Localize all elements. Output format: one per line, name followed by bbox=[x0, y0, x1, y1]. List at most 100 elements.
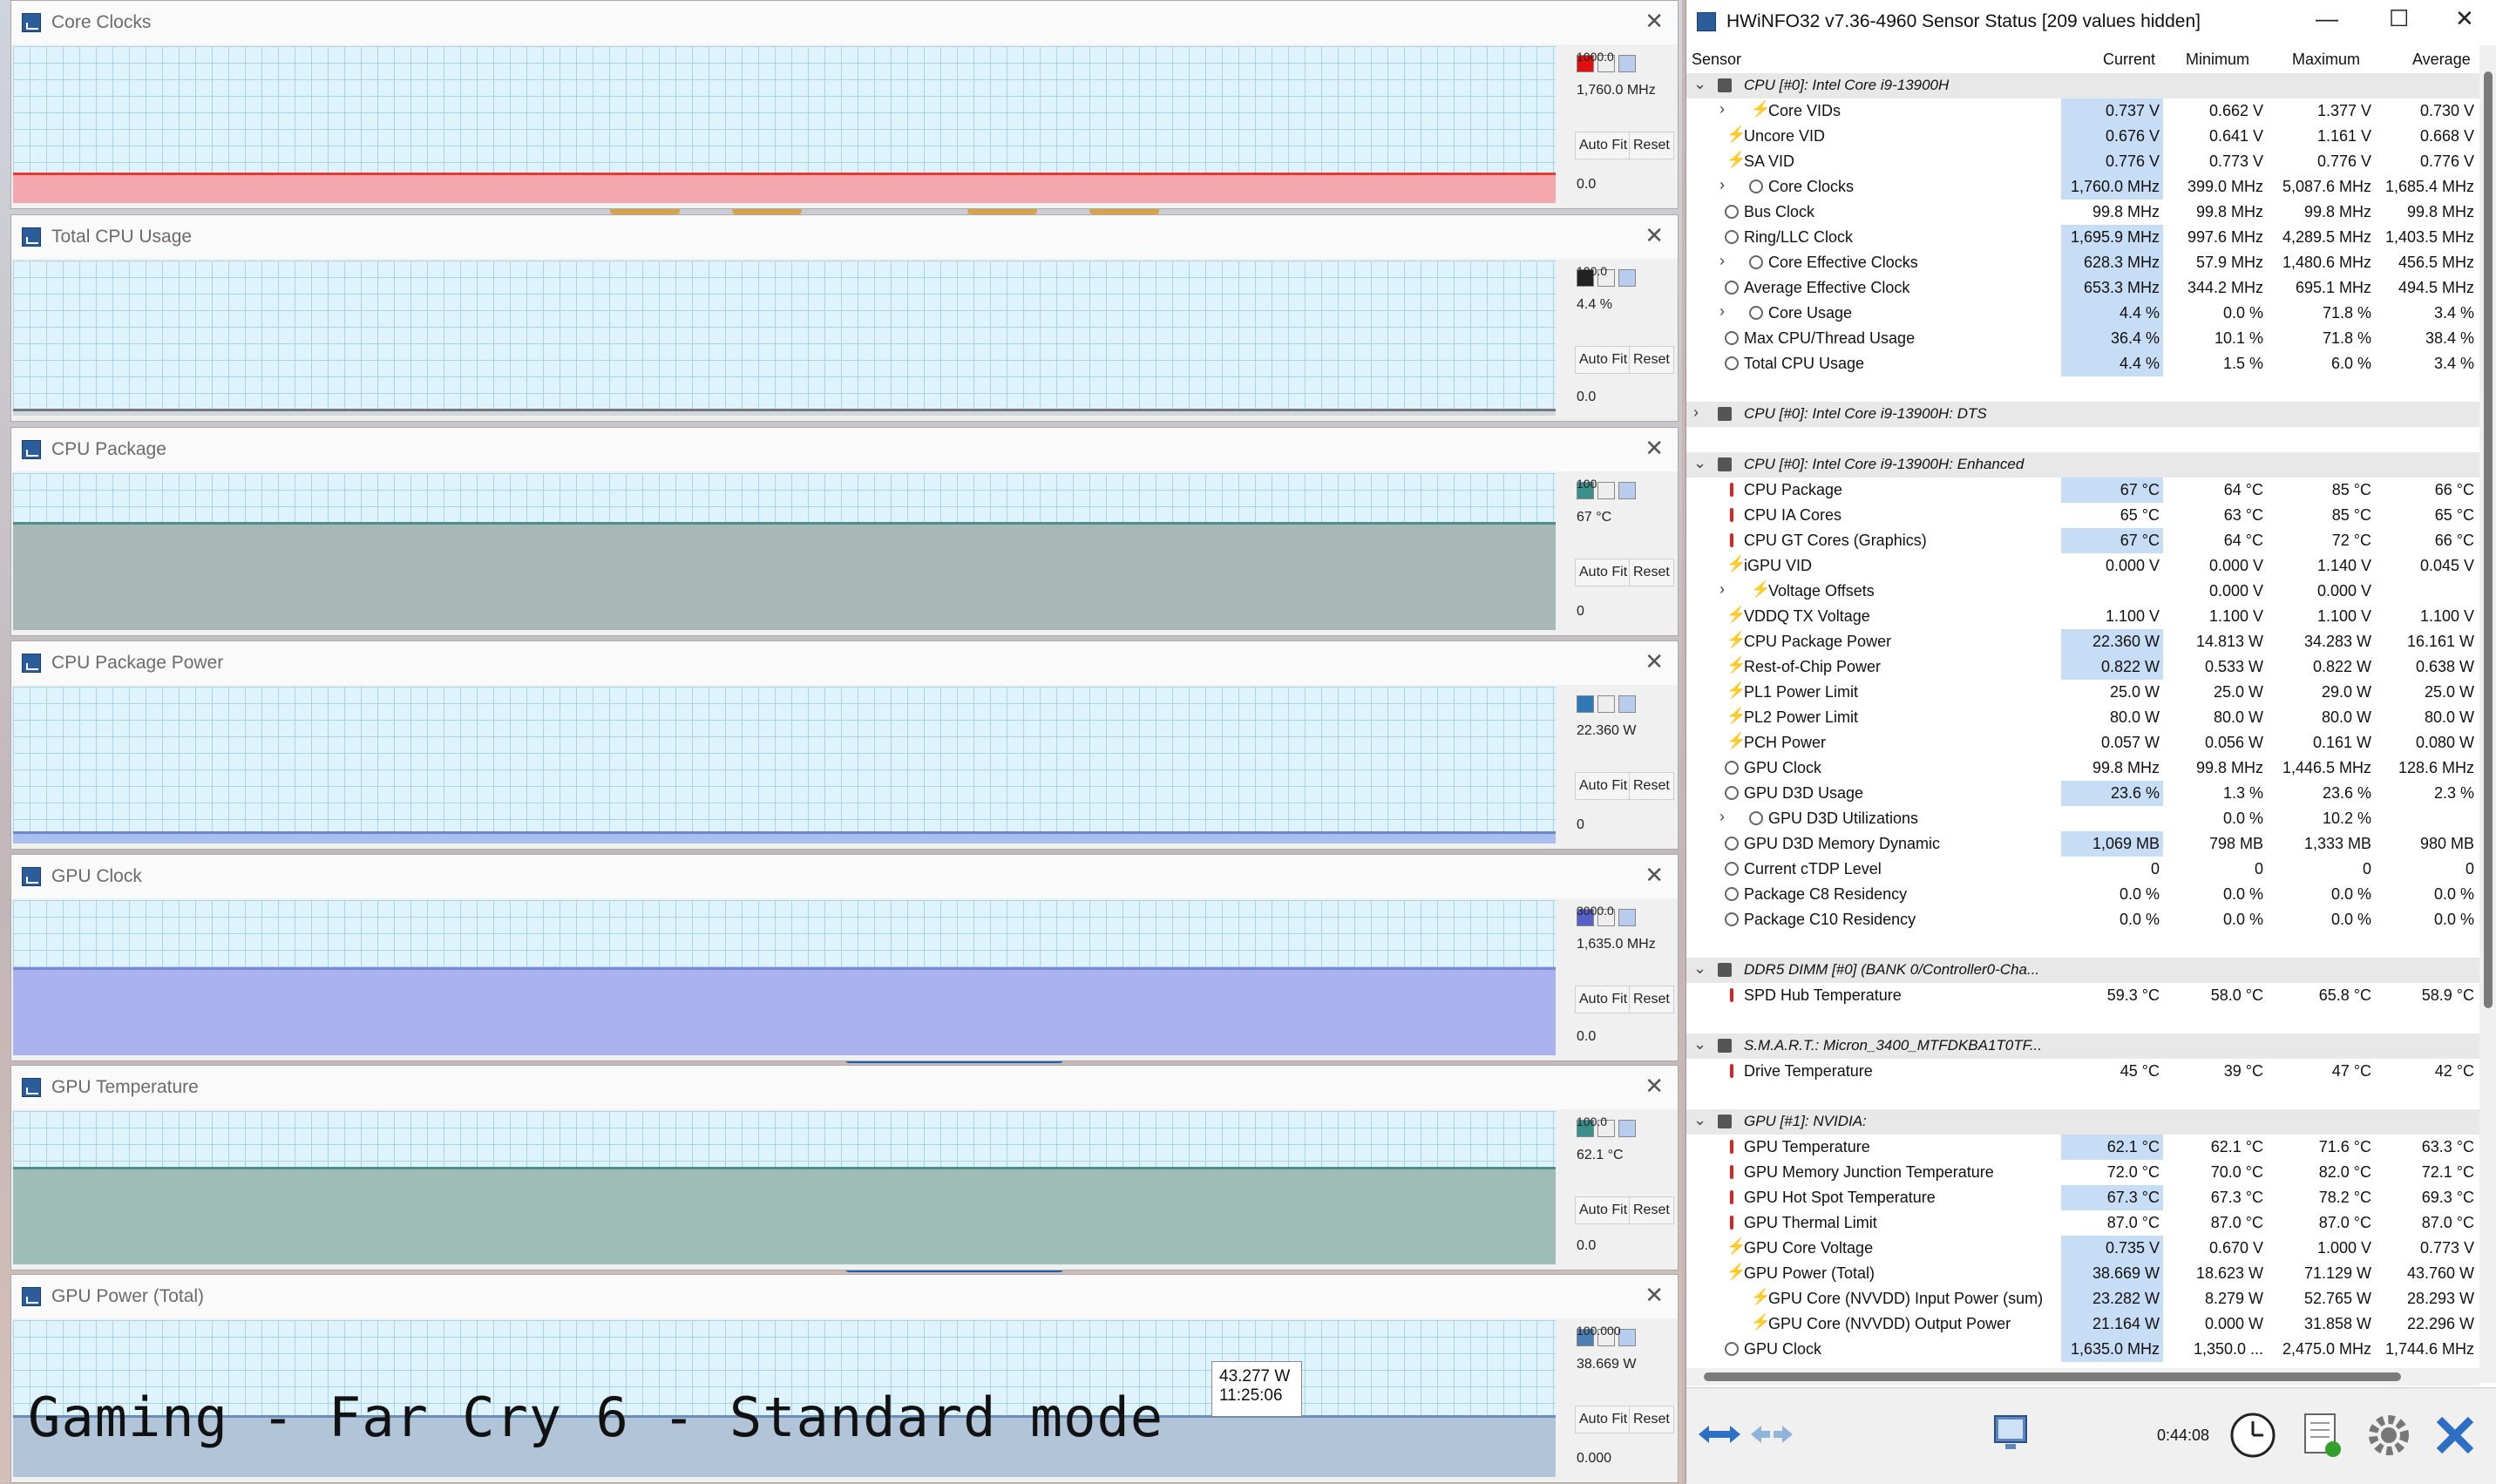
sensor-row[interactable]: Package C8 Residency 0.0 % 0.0 % 0.0 % 0… bbox=[1686, 882, 2479, 907]
network-monitor-icon[interactable] bbox=[1988, 1409, 2037, 1458]
sensor-row[interactable]: Package C10 Residency 0.0 % 0.0 % 0.0 % … bbox=[1686, 907, 2479, 932]
sensor-row[interactable]: ⚡ GPU Core (NVVDD) Input Power (sum) 23.… bbox=[1686, 1286, 2479, 1311]
sensor-row[interactable]: GPU D3D Memory Dynamic 1,069 MB 798 MB 1… bbox=[1686, 831, 2479, 857]
arrows-left-right-icon[interactable] bbox=[1695, 1421, 1744, 1447]
reset-button[interactable]: Reset bbox=[1629, 559, 1674, 586]
reset-button[interactable]: Reset bbox=[1629, 1196, 1674, 1224]
auto-fit-button[interactable]: Auto Fit bbox=[1575, 132, 1632, 159]
auto-fit-button[interactable]: Auto Fit bbox=[1575, 986, 1632, 1013]
chevron-right-icon[interactable]: › bbox=[1719, 302, 1725, 321]
reset-button[interactable]: Reset bbox=[1629, 986, 1674, 1013]
close-icon[interactable]: ✕ bbox=[1645, 8, 1664, 35]
sensor-row[interactable]: GPU D3D Usage 23.6 % 1.3 % 23.6 % 2.3 % bbox=[1686, 781, 2479, 806]
sensor-group-header[interactable]: ⌄ GPU [#1]: NVIDIA: bbox=[1686, 1109, 2479, 1135]
close-icon[interactable]: ✕ bbox=[1645, 1073, 1664, 1100]
sensor-list[interactable]: ⌄ CPU [#0]: Intel Core i9-13900H › ⚡ Core… bbox=[1686, 73, 2479, 1380]
clock-icon[interactable] bbox=[2227, 1409, 2279, 1461]
sensor-row[interactable]: Average Effective Clock 653.3 MHz 344.2 … bbox=[1686, 275, 2479, 301]
vertical-scrollbar[interactable] bbox=[2479, 45, 2496, 1383]
chevron-right-icon[interactable]: › bbox=[1719, 580, 1725, 599]
col-average[interactable]: Average bbox=[2412, 51, 2471, 69]
close-icon[interactable]: ✕ bbox=[1645, 1282, 1664, 1309]
sensor-row[interactable]: ⚡ GPU Power (Total) 38.669 W 18.623 W 71… bbox=[1686, 1261, 2479, 1286]
sensor-row[interactable]: GPU Temperature 62.1 °C 62.1 °C 71.6 °C … bbox=[1686, 1135, 2479, 1160]
horizontal-scrollbar[interactable] bbox=[1686, 1368, 2479, 1386]
sensor-row[interactable]: GPU Clock 99.8 MHz 99.8 MHz 1,446.5 MHz … bbox=[1686, 756, 2479, 781]
sensor-row[interactable]: Total CPU Usage 4.4 % 1.5 % 6.0 % 3.4 % bbox=[1686, 351, 2479, 376]
minimize-icon[interactable]: — bbox=[2316, 5, 2338, 32]
arrows-collapse-icon[interactable] bbox=[1747, 1421, 1796, 1447]
graph-swatch-empty[interactable] bbox=[1597, 695, 1615, 713]
graph-swatch-blue[interactable] bbox=[1618, 482, 1636, 499]
sensor-row[interactable]: › ⚡ Core VIDs 0.737 V 0.662 V 1.377 V 0.7… bbox=[1686, 98, 2479, 124]
reset-button[interactable]: Reset bbox=[1629, 772, 1674, 800]
sensor-row[interactable]: GPU Memory Junction Temperature 72.0 °C … bbox=[1686, 1160, 2479, 1185]
close-icon[interactable]: ✕ bbox=[2455, 5, 2474, 32]
sensor-group-header[interactable]: ⌄ CPU [#0]: Intel Core i9-13900H: Enhanc… bbox=[1686, 452, 2479, 478]
sensor-row[interactable]: ⚡ SA VID 0.776 V 0.773 V 0.776 V 0.776 V bbox=[1686, 149, 2479, 174]
sensor-row[interactable]: Drive Temperature 45 °C 39 °C 47 °C 42 °… bbox=[1686, 1059, 2479, 1084]
sensor-group-header[interactable]: › CPU [#0]: Intel Core i9-13900H: DTS bbox=[1686, 402, 2479, 427]
exit-x-icon[interactable] bbox=[2429, 1409, 2481, 1461]
sensor-row[interactable]: ⚡ VDDQ TX Voltage 1.100 V 1.100 V 1.100 … bbox=[1686, 604, 2479, 629]
sensor-row[interactable]: Current cTDP Level 0 0 0 0 bbox=[1686, 857, 2479, 882]
sensor-row[interactable]: GPU Hot Spot Temperature 67.3 °C 67.3 °C… bbox=[1686, 1185, 2479, 1210]
sensor-row[interactable]: › Core Effective Clocks 628.3 MHz 57.9 M… bbox=[1686, 250, 2479, 275]
close-icon[interactable]: ✕ bbox=[1645, 648, 1664, 675]
sensor-group-header[interactable]: ⌄ CPU [#0]: Intel Core i9-13900H bbox=[1686, 73, 2479, 98]
col-maximum[interactable]: Maximum bbox=[2292, 51, 2360, 69]
sensor-row[interactable]: ⚡ GPU Core (NVVDD) Output Power 21.164 W… bbox=[1686, 1311, 2479, 1337]
graph-swatch-blue[interactable] bbox=[1618, 1329, 1636, 1346]
sensor-row[interactable]: Max CPU/Thread Usage 36.4 % 10.1 % 71.8 … bbox=[1686, 326, 2479, 351]
sensor-row[interactable]: Bus Clock 99.8 MHz 99.8 MHz 99.8 MHz 99.… bbox=[1686, 200, 2479, 225]
sensor-row[interactable]: ⚡ PCH Power 0.057 W 0.056 W 0.161 W 0.08… bbox=[1686, 730, 2479, 756]
graph-swatch-blue[interactable] bbox=[1618, 1120, 1636, 1137]
sensor-row[interactable]: › Core Usage 4.4 % 0.0 % 71.8 % 3.4 % bbox=[1686, 301, 2479, 326]
col-minimum[interactable]: Minimum bbox=[2186, 51, 2249, 69]
sensor-row[interactable]: CPU GT Cores (Graphics) 67 °C 64 °C 72 °… bbox=[1686, 528, 2479, 553]
reset-button[interactable]: Reset bbox=[1629, 132, 1674, 159]
chevron-right-icon[interactable]: › bbox=[1719, 100, 1725, 119]
graph-swatch-blue[interactable] bbox=[1618, 695, 1636, 713]
sensor-row[interactable]: › GPU D3D Utilizations 0.0 % 10.2 % bbox=[1686, 806, 2479, 831]
sensor-row[interactable]: ⚡ PL1 Power Limit 25.0 W 25.0 W 29.0 W 2… bbox=[1686, 680, 2479, 705]
graph-swatch-blue[interactable] bbox=[1618, 269, 1636, 287]
sensor-group-header[interactable]: ⌄ S.M.A.R.T.: Micron_3400_MTFDKBA1T0TF..… bbox=[1686, 1033, 2479, 1059]
sensor-row[interactable]: › ⚡ Voltage Offsets 0.000 V 0.000 V bbox=[1686, 579, 2479, 604]
sensor-row[interactable]: ⚡ iGPU VID 0.000 V 0.000 V 1.140 V 0.045… bbox=[1686, 553, 2479, 579]
chevron-right-icon[interactable]: › bbox=[1719, 808, 1725, 826]
chevron-right-icon[interactable]: › bbox=[1719, 176, 1725, 194]
graph-swatch-empty[interactable] bbox=[1597, 482, 1615, 499]
maximize-icon[interactable]: ☐ bbox=[2389, 5, 2409, 32]
graph-color-swatch[interactable] bbox=[1577, 695, 1594, 713]
sensor-row[interactable]: Ring/LLC Clock 1,695.9 MHz 997.6 MHz 4,2… bbox=[1686, 225, 2479, 250]
log-file-icon[interactable] bbox=[2296, 1409, 2345, 1461]
chevron-down-icon[interactable]: ⌄ bbox=[1693, 959, 1706, 978]
sensor-row[interactable]: ⚡ PL2 Power Limit 80.0 W 80.0 W 80.0 W 8… bbox=[1686, 705, 2479, 730]
col-current[interactable]: Current bbox=[2103, 51, 2155, 69]
auto-fit-button[interactable]: Auto Fit bbox=[1575, 1196, 1632, 1224]
chevron-down-icon[interactable]: ⌄ bbox=[1693, 75, 1706, 93]
sensor-row[interactable]: ⚡ CPU Package Power 22.360 W 14.813 W 34… bbox=[1686, 629, 2479, 654]
graph-swatch-blue[interactable] bbox=[1618, 55, 1636, 72]
sensor-row[interactable]: ⚡ Uncore VID 0.676 V 0.641 V 1.161 V 0.6… bbox=[1686, 124, 2479, 149]
sensor-row[interactable]: › Core Clocks 1,760.0 MHz 399.0 MHz 5,08… bbox=[1686, 174, 2479, 200]
chevron-down-icon[interactable]: ⌄ bbox=[1693, 454, 1706, 472]
chevron-right-icon[interactable]: › bbox=[1693, 403, 1699, 422]
auto-fit-button[interactable]: Auto Fit bbox=[1575, 559, 1632, 586]
sensor-row[interactable]: ⚡ GPU Core Voltage 0.735 V 0.670 V 1.000… bbox=[1686, 1236, 2479, 1261]
auto-fit-button[interactable]: Auto Fit bbox=[1575, 346, 1632, 374]
reset-button[interactable]: Reset bbox=[1629, 346, 1674, 374]
sensor-row[interactable]: SPD Hub Temperature 59.3 °C 58.0 °C 65.8… bbox=[1686, 983, 2479, 1008]
reset-button[interactable]: Reset bbox=[1629, 1406, 1674, 1433]
close-icon[interactable]: ✕ bbox=[1645, 435, 1664, 462]
sensor-group-header[interactable]: ⌄ DDR5 DIMM [#0] (BANK 0/Controller0-Cha… bbox=[1686, 958, 2479, 983]
graph-swatch-blue[interactable] bbox=[1618, 909, 1636, 926]
col-sensor[interactable]: Sensor bbox=[1692, 51, 1741, 69]
chevron-right-icon[interactable]: › bbox=[1719, 252, 1725, 270]
gear-icon[interactable] bbox=[2363, 1409, 2415, 1461]
chevron-down-icon[interactable]: ⌄ bbox=[1693, 1111, 1706, 1129]
close-icon[interactable]: ✕ bbox=[1645, 222, 1664, 249]
sensor-row[interactable]: GPU Clock 1,635.0 MHz 1,350.0 ... 2,475.… bbox=[1686, 1337, 2479, 1362]
auto-fit-button[interactable]: Auto Fit bbox=[1575, 1406, 1632, 1433]
